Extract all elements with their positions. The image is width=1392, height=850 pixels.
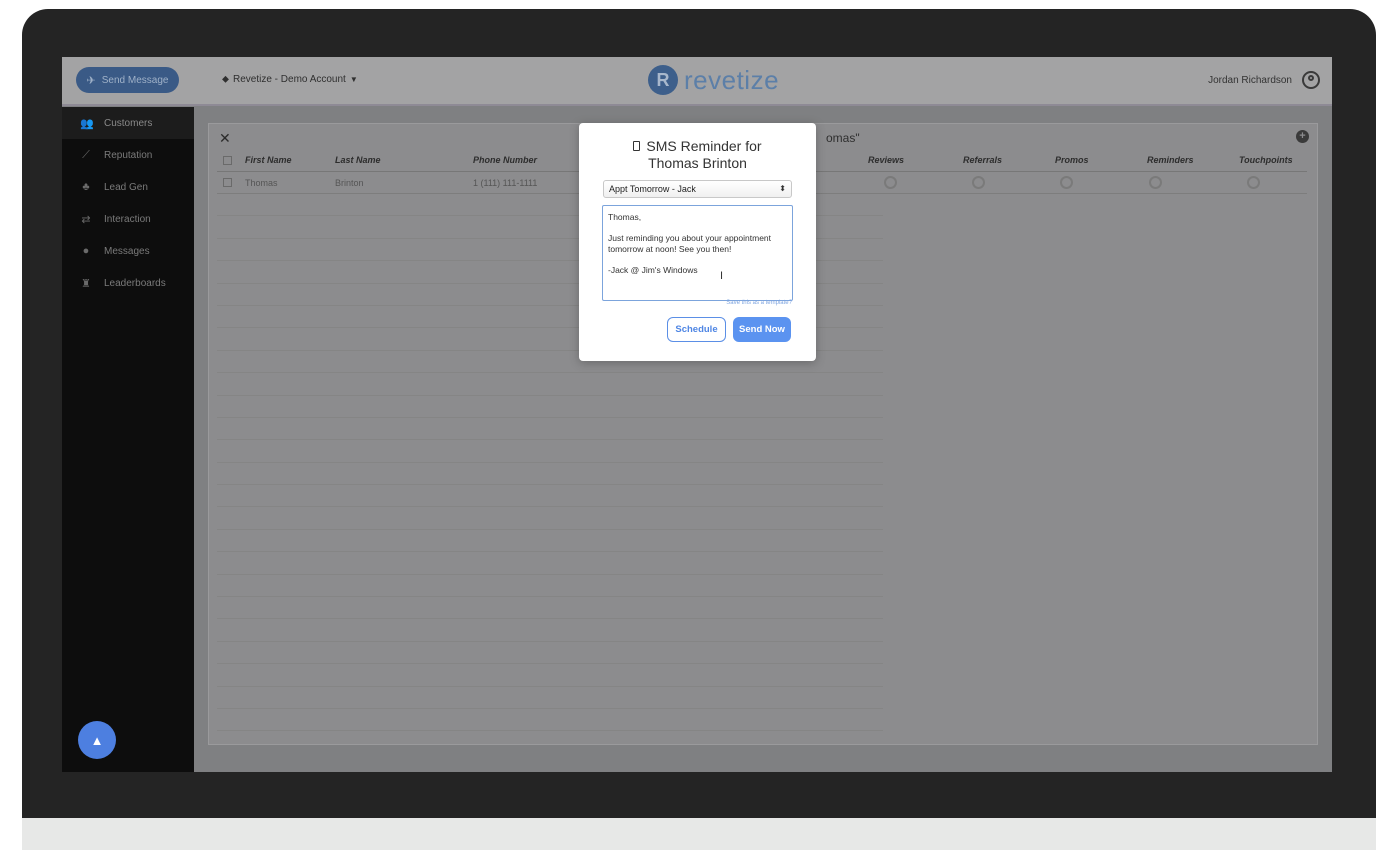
sidebar: 👥 Customers ⟋ Reputation ♣ Lead Gen ⇄ In… — [62, 107, 194, 772]
phone-cell: 1 (111) 111-1111 — [473, 178, 538, 188]
account-selector[interactable]: ⬥ Revetize - Demo Account ▼ — [222, 74, 358, 85]
sidebar-item-reputation[interactable]: ⟋ Reputation — [62, 139, 194, 171]
empty-row — [217, 575, 883, 598]
logo: R revetize — [648, 62, 779, 98]
paper-plane-icon: ✈ — [86, 74, 96, 87]
sidebar-item-label: Messages — [104, 245, 150, 257]
touchpoints-status-icon[interactable] — [1247, 176, 1260, 189]
sidebar-item-label: Leaderboards — [104, 277, 166, 289]
search-query-text: omas" — [826, 131, 860, 145]
trophy-icon: ♜ — [81, 277, 91, 290]
send-message-button[interactable]: ✈ Send Message — [76, 67, 179, 93]
save-as-template-link[interactable]: Save this as a template? — [726, 300, 792, 306]
sidebar-item-lead-gen[interactable]: ♣ Lead Gen — [62, 171, 194, 203]
message-textarea[interactable]: Thomas, Just reminding you about your ap… — [602, 205, 793, 301]
first-name-cell: Thomas — [245, 178, 278, 188]
logo-text: revetize — [684, 64, 780, 95]
select-all-checkbox[interactable] — [223, 156, 232, 165]
template-select-value: Appt Tomorrow - Jack — [609, 184, 696, 194]
map-marker-icon: ⬥ — [222, 74, 229, 85]
column-header[interactable]: Referrals — [963, 155, 1002, 165]
top-bar: ✈ Send Message ⬥ Revetize - Demo Account… — [62, 57, 1332, 106]
sidebar-item-label: Reputation — [104, 149, 153, 161]
chart-icon: ⟋ — [82, 148, 90, 161]
sidebar-item-messages[interactable]: ● Messages — [62, 235, 194, 267]
sidebar-item-label: Interaction — [104, 213, 151, 225]
modal-title-line1: SMS Reminder for — [646, 138, 762, 154]
promos-status-icon[interactable] — [1060, 176, 1073, 189]
bell-icon: ▲ — [90, 732, 104, 748]
send-message-label: Send Message — [101, 74, 169, 86]
column-header[interactable]: Promos — [1055, 155, 1089, 165]
user-plus-icon: ♣ — [82, 181, 90, 193]
empty-row — [217, 418, 883, 441]
row-checkbox[interactable] — [223, 178, 232, 187]
add-customer-icon[interactable]: + — [1296, 130, 1309, 143]
empty-row — [217, 463, 883, 486]
laptop-base — [22, 818, 1376, 850]
sidebar-item-leaderboards[interactable]: ♜ Leaderboards — [62, 267, 194, 299]
select-arrows-icon: ⬍ — [779, 184, 786, 193]
empty-row — [217, 597, 883, 620]
empty-row — [217, 552, 883, 575]
account-label: Revetize - Demo Account — [233, 74, 346, 85]
referrals-status-icon[interactable] — [972, 176, 985, 189]
modal-title-line2: Thomas Brinton — [648, 155, 747, 171]
empty-row — [217, 664, 883, 687]
users-icon: 👥 — [80, 117, 94, 130]
caret-down-icon: ▼ — [349, 75, 358, 84]
last-name-cell: Brinton — [335, 178, 364, 188]
empty-row — [217, 373, 883, 396]
sidebar-item-label: Lead Gen — [104, 181, 148, 193]
empty-row — [217, 687, 883, 709]
column-header[interactable]: Touchpoints — [1239, 155, 1293, 165]
schedule-button[interactable]: Schedule — [667, 317, 726, 342]
mobile-phone-icon — [633, 141, 641, 151]
text-cursor-icon: I — [720, 270, 724, 282]
reviews-status-icon[interactable] — [884, 176, 897, 189]
user-circle-icon[interactable] — [1302, 71, 1320, 89]
empty-row — [217, 396, 883, 418]
template-select[interactable]: Appt Tomorrow - Jack ⬍ — [603, 180, 792, 198]
empty-row — [217, 642, 883, 665]
column-header[interactable]: First Name — [245, 155, 292, 165]
logo-mark: R — [648, 65, 678, 95]
reminders-status-icon[interactable] — [1149, 176, 1162, 189]
empty-row — [217, 530, 883, 553]
send-now-button[interactable]: Send Now — [733, 317, 791, 342]
empty-row — [217, 619, 883, 642]
sms-reminder-modal: SMS Reminder for Thomas Brinton Appt Tom… — [579, 123, 816, 361]
retweet-icon: ⇄ — [81, 213, 91, 226]
sidebar-item-customers[interactable]: 👥 Customers — [62, 107, 194, 139]
close-icon[interactable]: ✕ — [219, 130, 231, 147]
user-name[interactable]: Jordan Richardson — [1208, 75, 1292, 86]
empty-row — [217, 709, 883, 732]
modal-title: SMS Reminder for Thomas Brinton — [579, 138, 816, 172]
empty-row — [217, 507, 883, 530]
empty-row — [217, 485, 883, 508]
column-header[interactable]: Reviews — [868, 155, 904, 165]
chat-icon: ● — [82, 245, 90, 257]
notification-bell-button[interactable]: ▲ — [78, 721, 116, 759]
empty-row — [217, 440, 883, 463]
column-header[interactable]: Last Name — [335, 155, 381, 165]
column-header[interactable]: Reminders — [1147, 155, 1194, 165]
sidebar-item-label: Customers — [104, 117, 153, 129]
column-header[interactable]: Phone Number — [473, 155, 537, 165]
sidebar-item-interaction[interactable]: ⇄ Interaction — [62, 203, 194, 235]
